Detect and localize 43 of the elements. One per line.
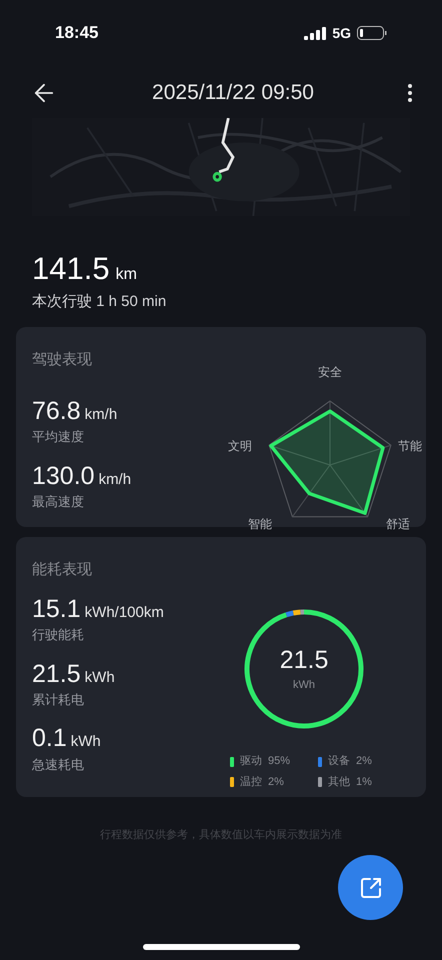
stat-label: 最高速度: [32, 492, 85, 511]
stat-value: 76.8: [32, 396, 81, 427]
stat-label: 行驶能耗: [32, 626, 85, 644]
stat-unit: kWh/100km: [84, 602, 164, 623]
legend-percent: 95%: [268, 754, 290, 770]
legend-label: 设备: [328, 754, 350, 770]
trip-duration: 本次行驶 1 h 50 min: [32, 292, 168, 312]
stat-value: 21.5: [32, 658, 81, 690]
stat-unit: km/h: [84, 404, 118, 425]
stat-label: 累计耗电: [32, 690, 85, 709]
legend-label: 其他: [328, 774, 350, 790]
total-value: 21.5: [280, 645, 328, 676]
stat-unit: kWh: [70, 732, 101, 752]
distance-unit: km: [116, 265, 137, 285]
card-title: 能耗表现: [32, 560, 93, 580]
legend-label: 温控: [240, 774, 262, 790]
legend-percent: 1%: [356, 774, 372, 790]
stat-label: 急速耗电: [32, 756, 85, 774]
distance-value: 141.5: [32, 250, 110, 288]
more-menu-icon: [408, 84, 412, 102]
radar-axis-label: 智能: [248, 516, 272, 534]
legend-percent: 2%: [356, 754, 372, 770]
legend-label: 驱动: [240, 754, 262, 770]
radar-axis-label: 文明: [228, 438, 252, 456]
stat-value: 130.0: [32, 460, 95, 492]
radar-axis-label: 节能: [398, 438, 422, 456]
legend-percent: 2%: [268, 774, 284, 790]
trip-date-title: 2025/11/22 09:50: [152, 80, 314, 106]
radar-axis-label: 舒适: [386, 516, 410, 534]
total-unit: kWh: [293, 678, 316, 693]
more-menu-button[interactable]: [408, 84, 412, 102]
network-label: 5G: [332, 24, 351, 42]
signal-icon: [304, 26, 326, 40]
stat-value: 0.1: [32, 723, 67, 754]
card-title: 驾驶表现: [32, 350, 93, 370]
stat-unit: kWh: [84, 668, 115, 688]
stat-value: 15.1: [32, 594, 81, 625]
stat-unit: km/h: [98, 470, 132, 490]
share-icon: [358, 876, 382, 900]
radar-axis-label: 安全: [318, 364, 342, 382]
stat-label: 平均速度: [32, 428, 85, 446]
battery-icon: [357, 26, 387, 40]
status-time: 18:45: [55, 22, 98, 44]
